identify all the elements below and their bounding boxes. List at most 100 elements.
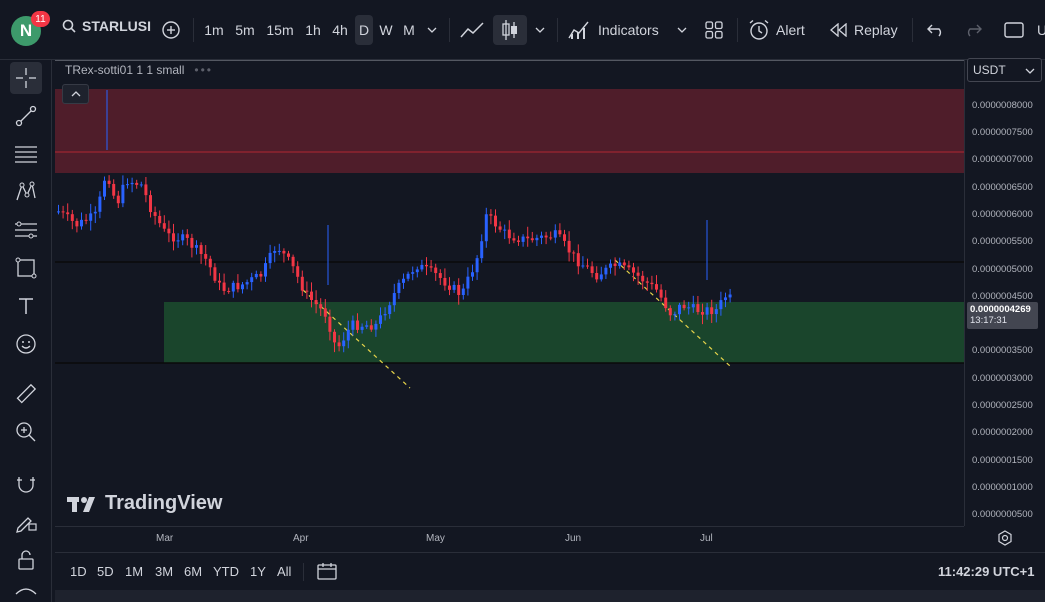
candle-body xyxy=(130,182,134,185)
indicators-dropdown[interactable] xyxy=(673,15,691,45)
fib-tool[interactable] xyxy=(10,138,42,170)
range-5d[interactable]: 5D xyxy=(97,564,114,579)
candle-body xyxy=(682,304,686,309)
symbol-search[interactable]: STARLUSI xyxy=(62,18,151,34)
candles-chart-button[interactable] xyxy=(493,15,527,45)
text-tool[interactable] xyxy=(10,290,42,322)
clock-timezone[interactable]: 11:42:29 UTC+1 xyxy=(938,564,1034,579)
shape-tool[interactable] xyxy=(10,252,42,284)
trend-line-tool[interactable] xyxy=(10,100,42,132)
fullscreen-button[interactable] xyxy=(1002,15,1026,45)
price-label: 0.0000000500 xyxy=(972,509,1033,520)
lock-drawings-tool[interactable] xyxy=(10,544,42,576)
candle-body xyxy=(365,325,369,327)
interval-5m[interactable]: 5m xyxy=(232,15,258,45)
stay-in-drawing-tool[interactable] xyxy=(10,506,42,538)
currency-select[interactable]: USDT xyxy=(967,58,1042,82)
layouts-button[interactable] xyxy=(700,15,728,45)
candle-body xyxy=(98,196,102,212)
candle-body xyxy=(406,273,410,279)
interval-4h[interactable]: 4h xyxy=(329,15,351,45)
price-label: 0.0000006500 xyxy=(972,182,1033,193)
range-1y[interactable]: 1Y xyxy=(250,564,266,579)
candle-body xyxy=(530,238,534,241)
interval-15m[interactable]: 15m xyxy=(265,15,295,45)
candle-body xyxy=(595,273,599,280)
alarm-clock-icon xyxy=(749,19,769,40)
chart-settings-button[interactable] xyxy=(997,530,1013,551)
candle-body xyxy=(277,250,281,252)
price-label: 0.0000005500 xyxy=(972,236,1033,247)
zoom-tool[interactable] xyxy=(10,416,42,448)
prediction-tool[interactable] xyxy=(10,214,42,246)
line-chart-button[interactable] xyxy=(456,15,488,45)
bottom-toolbar: 1D 5D 1M 3M 6M YTD 1Y All 11:42:29 UTC+1 xyxy=(55,552,1045,590)
interval-1m[interactable]: 1m xyxy=(202,15,226,45)
truncated-button[interactable]: U xyxy=(1036,15,1045,45)
undo-button[interactable] xyxy=(923,15,949,45)
text-icon xyxy=(19,298,33,314)
price-chart[interactable] xyxy=(55,60,964,526)
candle-body xyxy=(673,314,677,316)
go-to-date-button[interactable] xyxy=(317,562,337,585)
indicator-legend[interactable]: TRex-sotti01 1 1 small ••• xyxy=(65,63,213,77)
bottom-panel xyxy=(55,590,1045,602)
candle-body xyxy=(392,293,396,306)
candle-body xyxy=(351,320,355,330)
interval-m[interactable]: M xyxy=(399,15,419,45)
candle-body xyxy=(121,184,125,204)
measure-tool[interactable] xyxy=(10,378,42,410)
candle-body xyxy=(273,250,277,253)
candle-body xyxy=(503,229,507,231)
candle-body xyxy=(93,211,97,214)
magnet-tool[interactable] xyxy=(10,468,42,500)
range-1m[interactable]: 1M xyxy=(125,564,143,579)
price-label: 0.0000001500 xyxy=(972,455,1033,466)
supply-zone[interactable] xyxy=(55,89,964,173)
interval-1h[interactable]: 1h xyxy=(302,15,324,45)
crosshair-tool[interactable] xyxy=(10,62,42,94)
replay-button[interactable]: Replay xyxy=(830,15,902,45)
hide-drawings-tool[interactable] xyxy=(10,582,42,602)
compare-symbol-button[interactable] xyxy=(159,15,183,45)
candle-body xyxy=(218,280,221,283)
range-ytd[interactable]: YTD xyxy=(213,564,239,579)
range-1d[interactable]: 1D xyxy=(70,564,87,579)
chevron-down-icon xyxy=(677,27,687,33)
candle-body xyxy=(728,294,732,298)
candle-body xyxy=(328,316,332,332)
candle-body xyxy=(144,184,148,196)
bar-countdown: 13:17:31 xyxy=(970,315,1007,326)
chart-pane[interactable]: TRex-sotti01 1 1 small ••• TradingView xyxy=(55,60,964,526)
interval-dropdown[interactable] xyxy=(423,15,441,45)
price-axis[interactable]: 0.0000008000 0.0000007500 0.0000007000 0… xyxy=(964,60,1045,526)
candle-body xyxy=(103,180,106,197)
calendar-icon xyxy=(317,563,337,580)
alert-label: Alert xyxy=(776,22,805,38)
range-all[interactable]: All xyxy=(277,564,291,579)
pattern-tool[interactable] xyxy=(10,176,42,208)
candle-body xyxy=(282,250,286,254)
range-3m[interactable]: 3M xyxy=(155,564,173,579)
candle-body xyxy=(696,304,700,313)
alert-button[interactable]: Alert xyxy=(748,15,814,45)
price-label: 0.0000006000 xyxy=(972,209,1033,220)
time-axis[interactable]: Mar Apr May Jun Jul xyxy=(55,526,964,550)
candle-body xyxy=(415,269,419,273)
chart-type-dropdown[interactable] xyxy=(531,15,549,45)
interval-d[interactable]: D xyxy=(355,15,373,45)
candle-body xyxy=(231,282,235,292)
candle-body xyxy=(599,274,603,280)
indicators-button[interactable]: Indicators xyxy=(568,15,664,45)
collapse-legend-button[interactable] xyxy=(62,84,89,104)
candle-body xyxy=(323,308,327,317)
interval-w[interactable]: W xyxy=(376,15,396,45)
more-icon[interactable]: ••• xyxy=(194,63,213,77)
candle-body xyxy=(185,234,189,238)
emoji-tool[interactable] xyxy=(10,328,42,360)
candle-body xyxy=(337,342,341,347)
demand-zone[interactable] xyxy=(164,302,964,363)
redo-button[interactable] xyxy=(960,15,986,45)
range-6m[interactable]: 6M xyxy=(184,564,202,579)
candle-body xyxy=(609,263,612,268)
